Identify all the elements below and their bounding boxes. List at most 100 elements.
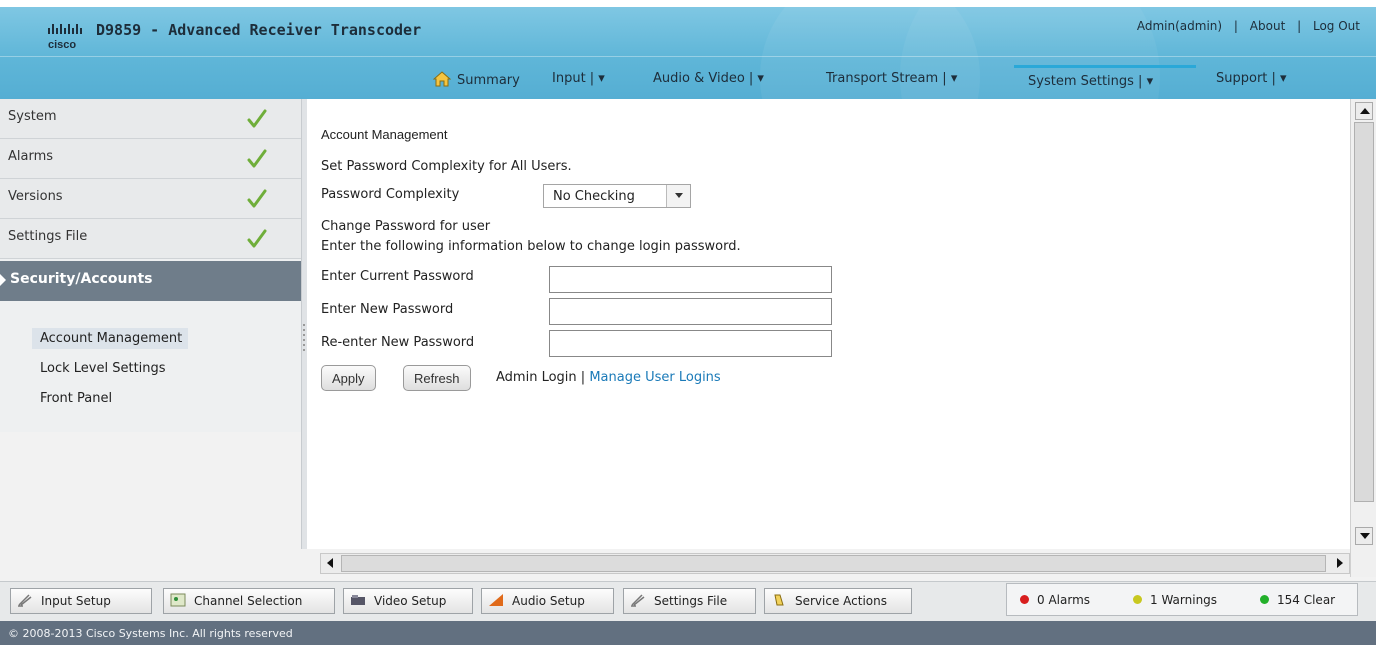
new-password-field[interactable]	[549, 298, 832, 325]
scroll-left-icon[interactable]	[322, 555, 339, 572]
toolbar-button-label: Video Setup	[374, 594, 447, 608]
warnings-count: 1 Warnings	[1150, 593, 1218, 607]
warning-dot-icon	[1133, 595, 1142, 604]
toolbar-button-label: Input Setup	[41, 594, 111, 608]
toolbar-button-label: Settings File	[654, 594, 728, 608]
horizontal-scrollbar[interactable]	[320, 553, 1350, 574]
scroll-up-icon[interactable]	[1355, 102, 1373, 120]
password-complexity-select[interactable]: No Checking	[543, 184, 691, 208]
separator: |	[580, 370, 586, 385]
vertical-scrollbar[interactable]	[1350, 99, 1376, 577]
video-setup-icon	[351, 595, 365, 605]
sidebar-item-settings-file[interactable]: Settings File	[0, 219, 302, 259]
service-actions-button[interactable]: Service Actions	[764, 588, 912, 614]
sidebar-item-label: Settings File	[8, 229, 88, 244]
sidebar-item-label: System	[8, 109, 57, 124]
check-icon	[247, 149, 267, 168]
nav-transport-stream[interactable]: Transport Stream | ▾	[826, 71, 957, 86]
sidebar-item-versions[interactable]: Versions	[0, 179, 302, 219]
audio-setup-button[interactable]: Audio Setup	[481, 588, 614, 614]
home-icon	[433, 71, 451, 87]
reenter-password-field[interactable]	[549, 330, 832, 357]
complexity-description: Set Password Complexity for All Users.	[321, 159, 572, 174]
alarms-status[interactable]: 0 Alarms	[1020, 593, 1090, 607]
warnings-status[interactable]: 1 Warnings	[1133, 593, 1217, 607]
app-title: D9859 - Advanced Receiver Transcoder	[96, 21, 422, 39]
alarm-dot-icon	[1020, 595, 1029, 604]
alarms-count: 0 Alarms	[1037, 593, 1091, 607]
change-password-title: Change Password for user	[321, 219, 491, 234]
password-complexity-value: No Checking	[553, 189, 635, 204]
footer: © 2008-2013 Cisco Systems Inc. All right…	[0, 621, 1376, 645]
channel-selection-button[interactable]: Channel Selection	[163, 588, 335, 614]
current-password-label: Enter Current Password	[321, 269, 474, 284]
separator: |	[1233, 19, 1238, 33]
current-password-field[interactable]	[549, 266, 832, 293]
toolbar-button-label: Service Actions	[795, 594, 887, 608]
refresh-button[interactable]: Refresh	[403, 365, 471, 391]
sidebar: System Alarms Versions Settings File Sec…	[0, 99, 302, 432]
clear-dot-icon	[1260, 595, 1269, 604]
check-icon	[247, 229, 267, 248]
clear-status[interactable]: 154 Clear	[1260, 593, 1335, 607]
input-setup-icon	[18, 594, 32, 607]
cisco-logo: cisco	[48, 24, 82, 51]
toolbar-button-label: Audio Setup	[512, 594, 585, 608]
top-strip	[0, 0, 1376, 7]
complexity-label: Password Complexity	[321, 187, 460, 202]
sidebar-item-label: Alarms	[8, 149, 54, 164]
apply-button[interactable]: Apply	[321, 365, 376, 391]
sidebar-item-alarms[interactable]: Alarms	[0, 139, 302, 179]
check-icon	[247, 109, 267, 128]
app-header: cisco D9859 - Advanced Receiver Transcod…	[0, 0, 1376, 207]
subnav-front-panel[interactable]: Front Panel	[32, 388, 118, 409]
clear-count: 154 Clear	[1277, 593, 1336, 607]
sidebar-item-label: Versions	[8, 189, 63, 204]
input-setup-button[interactable]: Input Setup	[10, 588, 152, 614]
sidebar-item-label: Security/Accounts	[10, 271, 153, 287]
logo-text: cisco	[48, 39, 76, 51]
service-actions-icon	[774, 594, 784, 606]
manage-user-logins-link[interactable]: Manage User Logins	[589, 370, 720, 385]
bottom-toolbar: Input Setup Channel Selection Video Setu…	[0, 581, 1376, 621]
admin-login-label: Admin Login | Manage User Logins	[496, 370, 721, 385]
sidebar-item-system[interactable]: System	[0, 99, 302, 139]
nav-summary[interactable]: Summary	[433, 71, 520, 88]
logout-link[interactable]: Log Out	[1313, 19, 1360, 33]
scroll-down-icon[interactable]	[1355, 527, 1373, 545]
page-title: Account Management	[321, 127, 448, 142]
channel-selection-icon	[170, 593, 186, 607]
check-icon	[247, 189, 267, 208]
sidebar-subpanel: Account Management Lock Level Settings F…	[0, 302, 302, 432]
main-content: Account Management Set Password Complexi…	[307, 99, 1350, 549]
sidebar-item-security-accounts[interactable]: Security/Accounts	[0, 261, 302, 301]
about-link[interactable]: About	[1250, 19, 1285, 33]
nav-summary-label: Summary	[457, 73, 520, 88]
audio-setup-icon	[489, 594, 503, 606]
current-user: Admin(admin)	[1136, 19, 1223, 33]
alarm-status-panel[interactable]: 0 Alarms 1 Warnings 154 Clear	[1006, 583, 1358, 616]
sidebar-empty-area	[0, 432, 301, 549]
new-password-label: Enter New Password	[321, 302, 454, 317]
admin-login-text: Admin Login	[496, 370, 577, 385]
user-links: Admin(admin) | About | Log Out	[1137, 19, 1360, 33]
chevron-down-icon[interactable]	[666, 185, 690, 207]
reenter-password-label: Re-enter New Password	[321, 335, 475, 350]
nav-support[interactable]: Support | ▾	[1216, 71, 1287, 86]
separator: |	[1297, 19, 1302, 33]
active-arrow-icon	[0, 274, 6, 286]
settings-file-icon	[631, 594, 645, 607]
nav-input[interactable]: Input | ▾	[552, 71, 605, 86]
subnav-lock-level-settings[interactable]: Lock Level Settings	[32, 358, 172, 379]
toolbar-button-label: Channel Selection	[194, 594, 303, 608]
settings-file-button[interactable]: Settings File	[623, 588, 756, 614]
video-setup-button[interactable]: Video Setup	[343, 588, 473, 614]
change-password-description: Enter the following information below to…	[321, 239, 741, 254]
copyright-text: © 2008-2013 Cisco Systems Inc. All right…	[8, 627, 293, 640]
scroll-right-icon[interactable]	[1331, 555, 1348, 572]
scrollbar-thumb[interactable]	[341, 555, 1326, 572]
nav-audio-video[interactable]: Audio & Video | ▾	[653, 71, 764, 86]
splitter-grip[interactable]	[303, 324, 305, 354]
scrollbar-thumb[interactable]	[1354, 122, 1374, 502]
subnav-account-management[interactable]: Account Management	[32, 328, 189, 349]
